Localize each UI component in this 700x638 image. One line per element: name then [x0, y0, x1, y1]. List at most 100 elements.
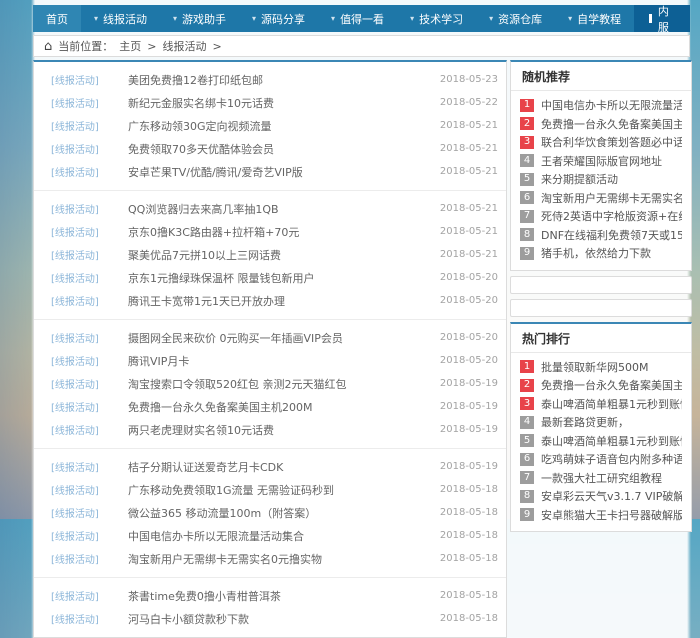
post-title[interactable]: 猪手机，依然给力下款 — [541, 245, 651, 261]
list-item[interactable]: [线报活动] 桔子分期认证送爱奇艺月卡CDK 2018-05-19 — [34, 455, 506, 478]
post-title[interactable]: 吃鸡萌妹子语音包内附多种语 — [541, 451, 682, 467]
post-title[interactable]: 免费撸一台永久免备案美国主 — [541, 116, 682, 132]
post-title[interactable]: 茶書time免费0撸小青柑普洱茶 — [128, 588, 432, 604]
category-tag[interactable]: [线报活动] — [51, 376, 128, 391]
list-item[interactable]: [线报活动] 京东1元撸绿珠保温杯 限量钱包新用户 2018-05-20 — [34, 266, 506, 289]
list-item[interactable]: 6 淘宝新用户无需绑卡无需实名 — [520, 189, 682, 208]
category-tag[interactable]: [线报活动] — [51, 141, 128, 156]
post-title[interactable]: 来分期提额活动 — [541, 171, 618, 187]
list-item[interactable]: 9 猪手机，依然给力下款 — [520, 244, 682, 263]
post-title[interactable]: 死侍2英语中字枪版资源+在线 — [541, 208, 682, 224]
post-title[interactable]: 摄图网全民来砍价 0元购买一年插画VIP会员 — [128, 330, 432, 346]
list-item[interactable]: 4 王者荣耀国际版官网地址 — [520, 152, 682, 171]
post-title[interactable]: 京东0撸K3C路由器+拉杆箱+70元 — [128, 224, 432, 240]
post-title[interactable]: 两只老虎理财实名领10元话费 — [128, 422, 432, 438]
list-item[interactable]: [线报活动] 免费领取70多天优酷体验会员 2018-05-21 — [34, 137, 506, 160]
post-title[interactable]: 最新套路贷更新， — [541, 414, 629, 430]
list-item[interactable]: [线报活动] 京东0撸K3C路由器+拉杆箱+70元 2018-05-21 — [34, 220, 506, 243]
post-title[interactable]: 泰山啤酒简单粗暴1元秒到账快 — [541, 433, 682, 449]
post-title[interactable]: 免费领取70多天优酷体验会员 — [128, 141, 432, 157]
category-tag[interactable]: [线报活动] — [51, 353, 128, 368]
nav-item-home[interactable]: 首页 — [33, 5, 81, 32]
site-service-button[interactable]: 站内服务 — [634, 5, 690, 32]
post-title[interactable]: 新纪元金服实名绑卡10元话费 — [128, 95, 432, 111]
post-title[interactable]: 一款强大社工研究组教程 — [541, 470, 662, 486]
category-tag[interactable]: [线报活动] — [51, 293, 128, 308]
category-tag[interactable]: [线报活动] — [51, 505, 128, 520]
list-item[interactable]: [线报活动] 安卓芒果TV/优酷/腾讯/爱奇艺VIP版 2018-05-21 — [34, 160, 506, 183]
post-title[interactable]: 王者荣耀国际版官网地址 — [541, 153, 662, 169]
category-tag[interactable]: [线报活动] — [51, 164, 128, 179]
list-item[interactable]: 8 安卓彩云天气v3.1.7 VIP破解版 — [520, 487, 682, 506]
post-title[interactable]: 免费撸一台永久免备案美国主 — [541, 377, 682, 393]
list-item[interactable]: 3 联合利华饮食策划答题必中话 — [520, 133, 682, 152]
nav-item-xianbao[interactable]: ▾ 线报活动 — [81, 5, 160, 32]
list-item[interactable]: [线报活动] 腾讯VIP月卡 2018-05-20 — [34, 349, 506, 372]
list-item[interactable]: [线报活动] 腾讯王卡宽带1元1天已开放办理 2018-05-20 — [34, 289, 506, 312]
breadcrumb-category-link[interactable]: 线报活动 — [162, 38, 206, 54]
post-title[interactable]: 安卓熊猫大王卡扫号器破解版 — [541, 507, 682, 523]
list-item[interactable]: [线报活动] 广东移动领30G定向视频流量 2018-05-21 — [34, 114, 506, 137]
list-item[interactable]: [线报活动] 聚美优品7元拼10以上三网话费 2018-05-21 — [34, 243, 506, 266]
post-title[interactable]: 安卓彩云天气v3.1.7 VIP破解版 — [541, 488, 682, 504]
list-item[interactable]: 7 死侍2英语中字枪版资源+在线 — [520, 207, 682, 226]
category-tag[interactable]: [线报活动] — [51, 201, 128, 216]
post-title[interactable]: 淘宝新用户无需绑卡无需实名 — [541, 190, 682, 206]
post-title[interactable]: 安卓芒果TV/优酷/腾讯/爱奇艺VIP版 — [128, 164, 432, 180]
category-tag[interactable]: [线报活动] — [51, 270, 128, 285]
category-tag[interactable]: [线报活动] — [51, 247, 128, 262]
list-item[interactable]: [线报活动] 免费撸一台永久免备案美国主机200M 2018-05-19 — [34, 395, 506, 418]
category-tag[interactable]: [线报活动] — [51, 330, 128, 345]
category-tag[interactable]: [线报活动] — [51, 528, 128, 543]
list-item[interactable]: [线报活动] 河马白卡小额贷款秒下款 2018-05-18 — [34, 607, 506, 630]
post-title[interactable]: QQ浏览器归去来高几率抽1QB — [128, 201, 432, 217]
list-item[interactable]: 6 吃鸡萌妹子语音包内附多种语 — [520, 450, 682, 469]
category-tag[interactable]: [线报活动] — [51, 224, 128, 239]
post-title[interactable]: 广东移动免费领取1G流量 无需验证码秒到 — [128, 482, 432, 498]
list-item[interactable]: [线报活动] 两只老虎理财实名领10元话费 2018-05-19 — [34, 418, 506, 441]
list-item[interactable]: 3 泰山啤酒简单粗暴1元秒到账快 — [520, 395, 682, 414]
list-item[interactable]: [线报活动] 中国电信办卡所以无限流量活动集合 2018-05-18 — [34, 524, 506, 547]
list-item[interactable]: 2 免费撸一台永久免备案美国主 — [520, 376, 682, 395]
post-title[interactable]: 桔子分期认证送爱奇艺月卡CDK — [128, 459, 432, 475]
breadcrumb-home-link[interactable]: 主页 — [119, 38, 141, 54]
post-title[interactable]: 淘宝新用户无需绑卡无需实名0元撸实物 — [128, 551, 432, 567]
category-tag[interactable]: [线报活动] — [51, 588, 128, 603]
category-tag[interactable]: [线报活动] — [51, 72, 128, 87]
post-title[interactable]: 腾讯VIP月卡 — [128, 353, 432, 369]
nav-item-resource-store[interactable]: ▾ 资源仓库 — [476, 5, 555, 32]
post-title[interactable]: 河马白卡小额贷款秒下款 — [128, 611, 432, 627]
nav-item-source-share[interactable]: ▾ 源码分享 — [239, 5, 318, 32]
post-title[interactable]: 中国电信办卡所以无限流量活动集合 — [128, 528, 432, 544]
list-item[interactable]: [线报活动] 美团免费撸12卷打印纸包邮 2018-05-23 — [34, 68, 506, 91]
list-item[interactable]: 9 安卓熊猫大王卡扫号器破解版 — [520, 506, 682, 525]
list-item[interactable]: [线报活动] 淘宝新用户无需绑卡无需实名0元撸实物 2018-05-18 — [34, 547, 506, 570]
post-title[interactable]: 批量领取新华网500M — [541, 359, 649, 375]
nav-item-tech-learn[interactable]: ▾ 技术学习 — [397, 5, 476, 32]
post-title[interactable]: 联合利华饮食策划答题必中话 — [541, 134, 682, 150]
list-item[interactable]: [线报活动] 广东移动免费领取1G流量 无需验证码秒到 2018-05-18 — [34, 478, 506, 501]
list-item[interactable]: 7 一款强大社工研究组教程 — [520, 469, 682, 488]
post-title[interactable]: 中国电信办卡所以无限流量活 — [541, 97, 682, 113]
post-title[interactable]: 泰山啤酒简单粗暴1元秒到账快 — [541, 396, 682, 412]
category-tag[interactable]: [线报活动] — [51, 422, 128, 437]
list-item[interactable]: 8 DNF在线福利免费领7天或15天黑 — [520, 226, 682, 245]
list-item[interactable]: 1 批量领取新华网500M — [520, 358, 682, 377]
post-title[interactable]: 免费撸一台永久免备案美国主机200M — [128, 399, 432, 415]
list-item[interactable]: [线报活动] 茶書time免费0撸小青柑普洱茶 2018-05-18 — [34, 584, 506, 607]
category-tag[interactable]: [线报活动] — [51, 399, 128, 414]
nav-item-worth-look[interactable]: ▾ 值得一看 — [318, 5, 397, 32]
list-item[interactable]: [线报活动] 摄图网全民来砍价 0元购买一年插画VIP会员 2018-05-20 — [34, 326, 506, 349]
list-item[interactable]: 2 免费撸一台永久免备案美国主 — [520, 115, 682, 134]
category-tag[interactable]: [线报活动] — [51, 459, 128, 474]
list-item[interactable]: 4 最新套路贷更新， — [520, 413, 682, 432]
post-title[interactable]: 微公益365 移动流量100m（附答案） — [128, 505, 432, 521]
list-item[interactable]: [线报活动] 淘宝搜索口令领取520红包 亲测2元天猫红包 2018-05-19 — [34, 372, 506, 395]
list-item[interactable]: [线报活动] 微公益365 移动流量100m（附答案） 2018-05-18 — [34, 501, 506, 524]
post-title[interactable]: 聚美优品7元拼10以上三网话费 — [128, 247, 432, 263]
list-item[interactable]: [线报活动] 新纪元金服实名绑卡10元话费 2018-05-22 — [34, 91, 506, 114]
category-tag[interactable]: [线报活动] — [51, 118, 128, 133]
post-title[interactable]: 腾讯王卡宽带1元1天已开放办理 — [128, 293, 432, 309]
post-title[interactable]: 淘宝搜索口令领取520红包 亲测2元天猫红包 — [128, 376, 432, 392]
list-item[interactable]: 5 泰山啤酒简单粗暴1元秒到账快 — [520, 432, 682, 451]
